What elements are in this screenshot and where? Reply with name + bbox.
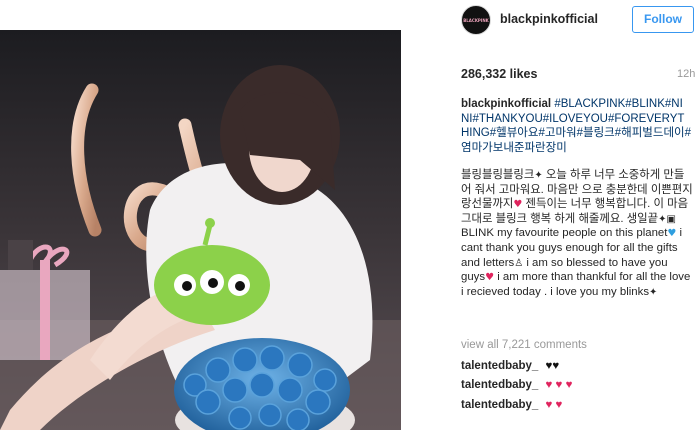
caption-username[interactable]: blackpinkofficial <box>461 98 551 110</box>
heart-icon: ♥ ♥ <box>545 399 563 411</box>
post-header: BLACKPINK blackpinkofficial Follow <box>401 0 700 40</box>
heart-icon: ♥ ♥ ♥ <box>545 379 573 391</box>
comment-username[interactable]: talentedbaby_ <box>461 399 538 411</box>
like-count[interactable]: 286,332 likes <box>461 67 537 81</box>
comment-item: talentedbaby_ ♥ ♥ <box>461 399 562 411</box>
post-photo[interactable] <box>0 30 401 430</box>
sparkle-icon: ✦ <box>649 286 658 298</box>
post-sidebar: BLACKPINK blackpinkofficial Follow 286,3… <box>401 0 700 430</box>
caption-body: 블링블링블링크✦ 오늘 하루 너무 소중하게 만들어 줘서 고마워요. 마음만 … <box>461 168 693 299</box>
username-link[interactable]: blackpinkofficial <box>500 12 598 26</box>
sparkle-icon: ✦ <box>534 170 543 181</box>
comment-username[interactable]: talentedbaby_ <box>461 360 538 372</box>
gift-icon: ▣ <box>666 213 676 225</box>
heart-icon: ♥♥ <box>545 360 560 372</box>
person-icon: ♙ <box>514 257 524 269</box>
comment-username[interactable]: talentedbaby_ <box>461 379 538 391</box>
view-all-comments-link[interactable]: view all 7,221 comments <box>461 339 587 351</box>
caption-line: 블링블링블링크 <box>461 169 535 181</box>
follow-button[interactable]: Follow <box>632 6 694 33</box>
comment-item: talentedbaby_ ♥♥ <box>461 360 559 372</box>
avatar[interactable]: BLACKPINK <box>461 5 491 35</box>
post-image <box>0 30 401 430</box>
caption-line: BLINK my favourite people on this planet <box>461 227 668 240</box>
heart-icon: ♥ <box>513 199 523 211</box>
heart-icon: ♥ <box>485 272 495 284</box>
avatar-logo: BLACKPINK <box>463 18 489 23</box>
sparkle-icon: ✦ <box>658 213 667 225</box>
caption-header: blackpinkofficial #BLACKPINK#BLINK#NINI#… <box>461 97 691 155</box>
comment-item: talentedbaby_ ♥ ♥ ♥ <box>461 379 572 391</box>
post-timestamp[interactable]: 12h <box>677 68 695 80</box>
